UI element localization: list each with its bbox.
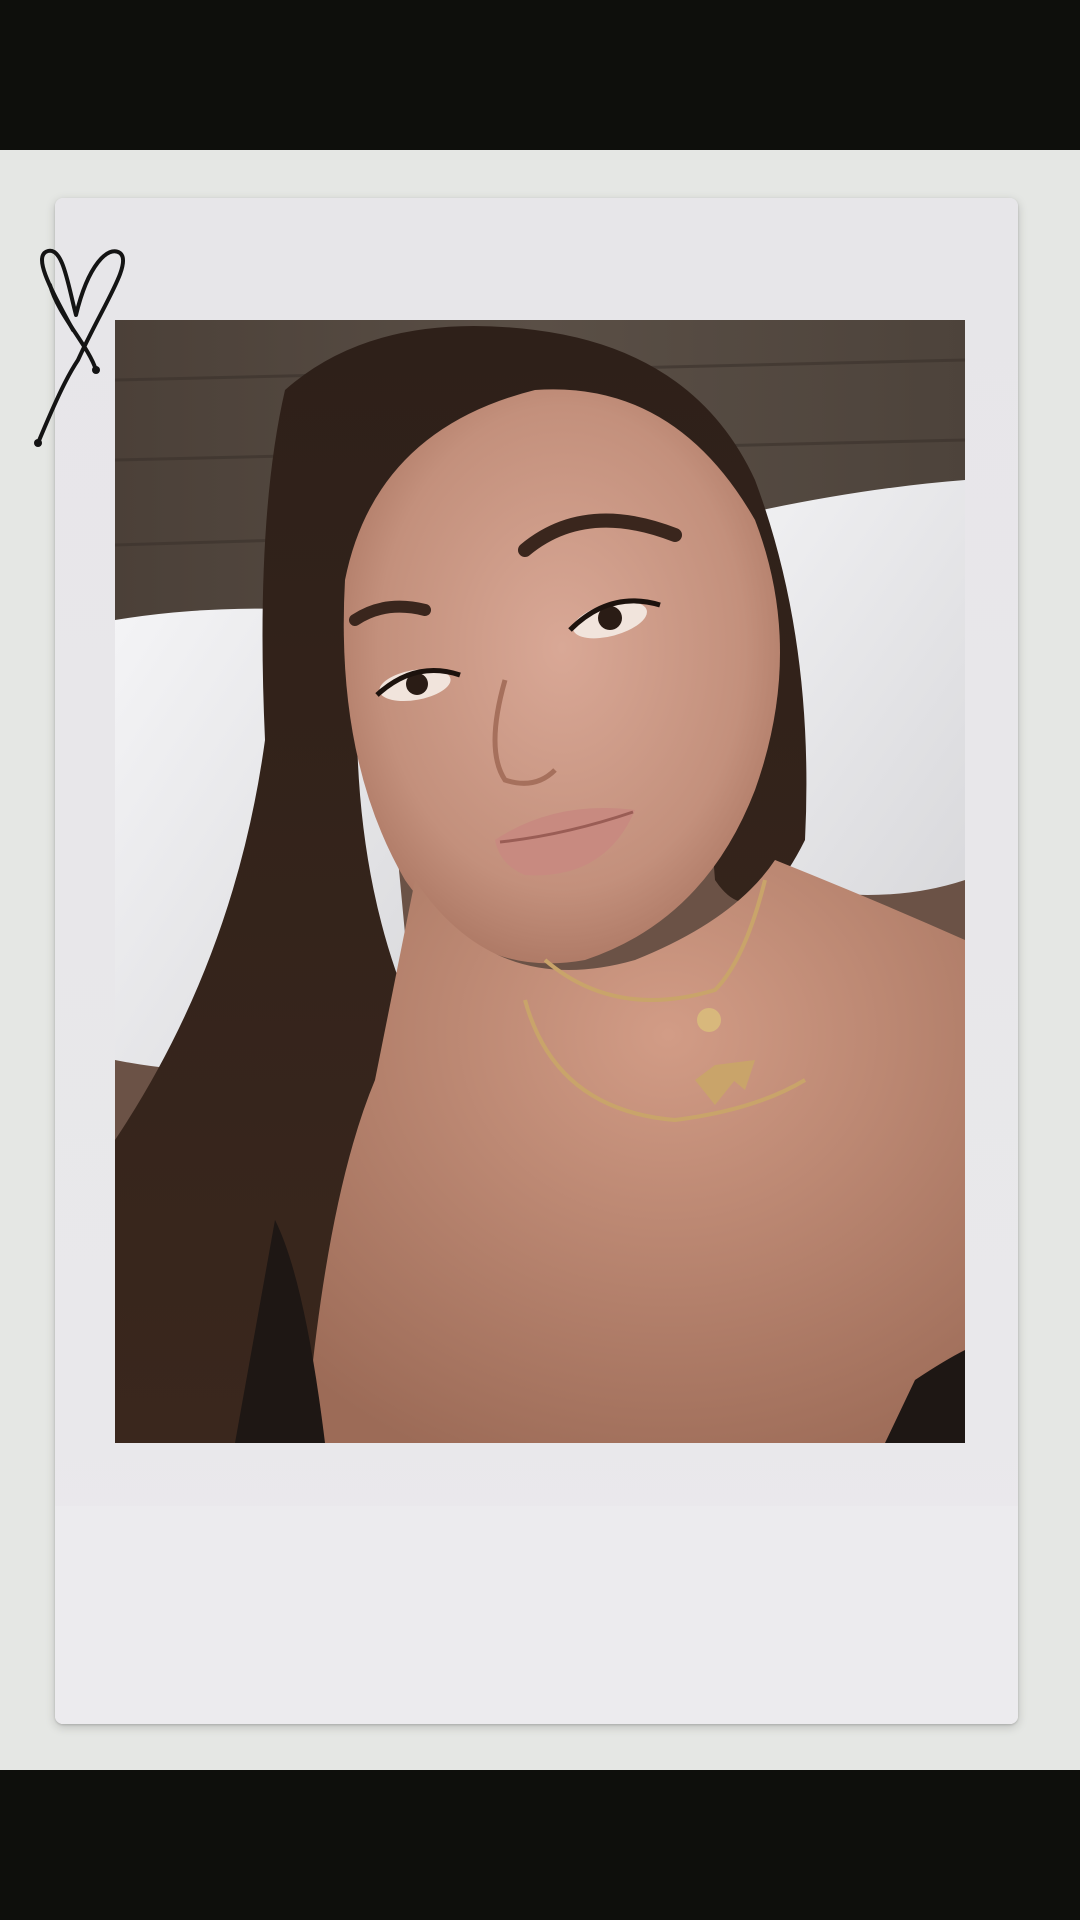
letterbox-top: [0, 0, 1080, 150]
letterbox-bottom: [0, 1770, 1080, 1920]
stage: [0, 0, 1080, 1920]
selfie-photo: [115, 320, 965, 1443]
pendant-coin: [697, 1008, 721, 1032]
photo-illustration: [115, 320, 965, 1443]
frame-caption-area: [55, 1506, 1018, 1724]
heart-doodle-icon: [34, 248, 126, 447]
chest: [305, 860, 965, 1443]
